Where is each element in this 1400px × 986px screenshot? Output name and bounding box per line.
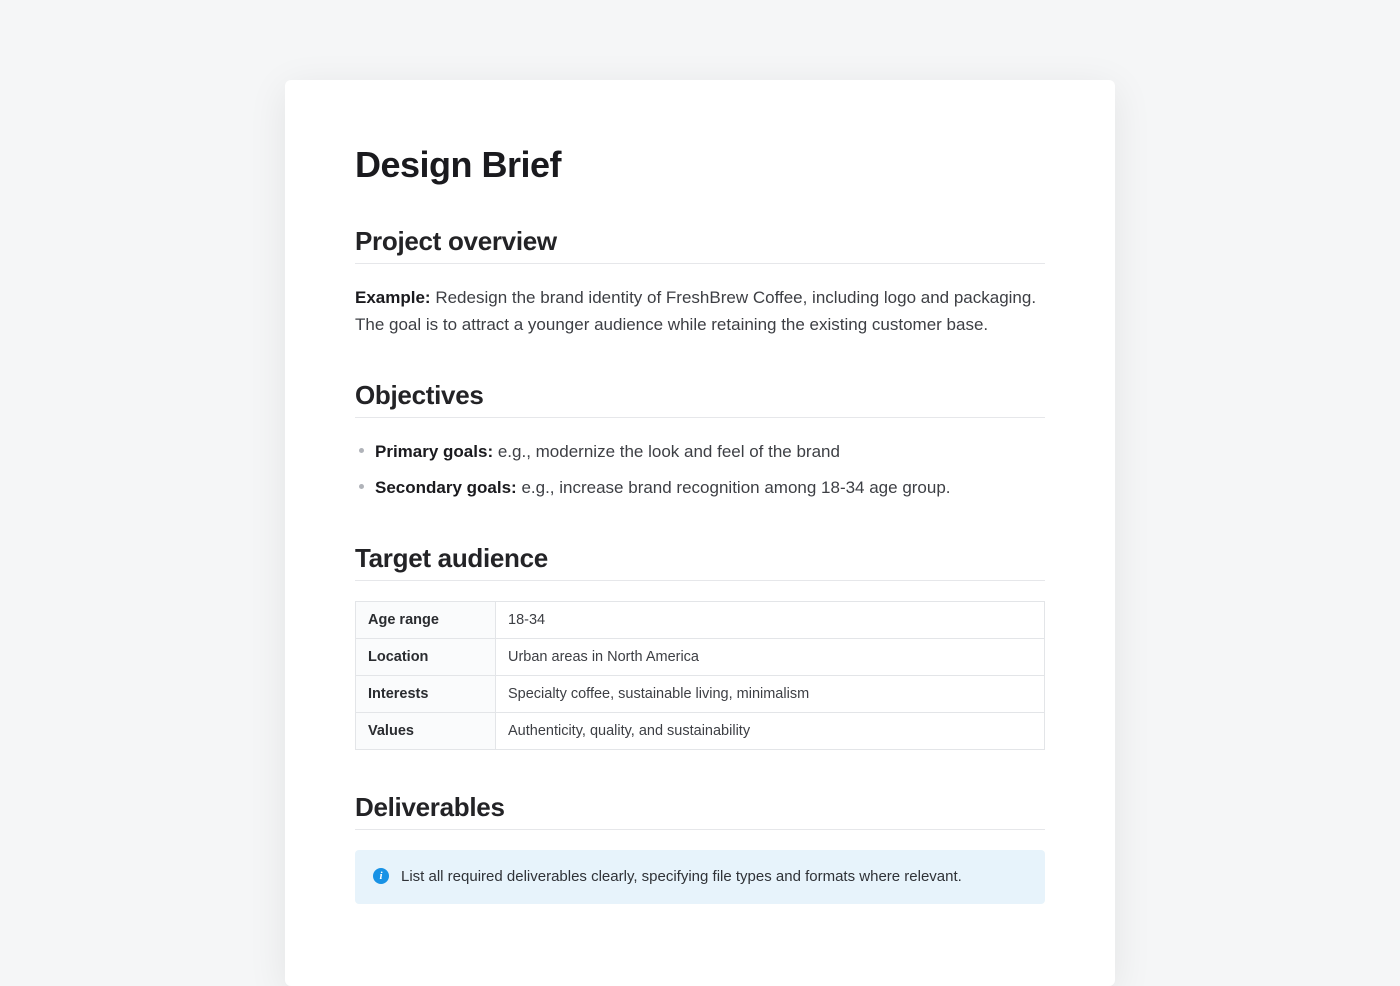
overview-example-label: Example:: [355, 288, 431, 307]
info-callout: i List all required deliverables clearly…: [355, 850, 1045, 905]
overview-example-text: Redesign the brand identity of FreshBrew…: [355, 288, 1036, 334]
list-item: Primary goals: e.g., modernize the look …: [375, 438, 1045, 465]
table-row: Values Authenticity, quality, and sustai…: [356, 712, 1045, 749]
objective-text: e.g., increase brand recognition among 1…: [521, 478, 950, 497]
audience-value: Specialty coffee, sustainable living, mi…: [496, 675, 1045, 712]
audience-key: Location: [356, 638, 496, 675]
section-heading-overview: Project overview: [355, 226, 1045, 264]
audience-table: Age range 18-34 Location Urban areas in …: [355, 601, 1045, 750]
audience-key: Age range: [356, 601, 496, 638]
document-title: Design Brief: [355, 144, 1045, 186]
section-heading-objectives: Objectives: [355, 380, 1045, 418]
objective-label: Primary goals:: [375, 442, 493, 461]
audience-key: Values: [356, 712, 496, 749]
info-callout-text: List all required deliverables clearly, …: [401, 866, 962, 889]
audience-value: Authenticity, quality, and sustainabilit…: [496, 712, 1045, 749]
audience-key: Interests: [356, 675, 496, 712]
objective-text: e.g., modernize the look and feel of the…: [498, 442, 840, 461]
info-icon: i: [373, 868, 389, 884]
table-row: Location Urban areas in North America: [356, 638, 1045, 675]
audience-value: Urban areas in North America: [496, 638, 1045, 675]
section-project-overview: Project overview Example: Redesign the b…: [355, 226, 1045, 338]
section-objectives: Objectives Primary goals: e.g., moderniz…: [355, 380, 1045, 500]
section-deliverables: Deliverables i List all required deliver…: [355, 792, 1045, 905]
objective-label: Secondary goals:: [375, 478, 517, 497]
section-heading-audience: Target audience: [355, 543, 1045, 581]
section-heading-deliverables: Deliverables: [355, 792, 1045, 830]
objectives-list: Primary goals: e.g., modernize the look …: [355, 438, 1045, 500]
section-target-audience: Target audience Age range 18-34 Location…: [355, 543, 1045, 750]
table-row: Interests Specialty coffee, sustainable …: [356, 675, 1045, 712]
document-card: Design Brief Project overview Example: R…: [285, 80, 1115, 986]
list-item: Secondary goals: e.g., increase brand re…: [375, 474, 1045, 501]
table-row: Age range 18-34: [356, 601, 1045, 638]
overview-paragraph: Example: Redesign the brand identity of …: [355, 284, 1045, 338]
audience-value: 18-34: [496, 601, 1045, 638]
